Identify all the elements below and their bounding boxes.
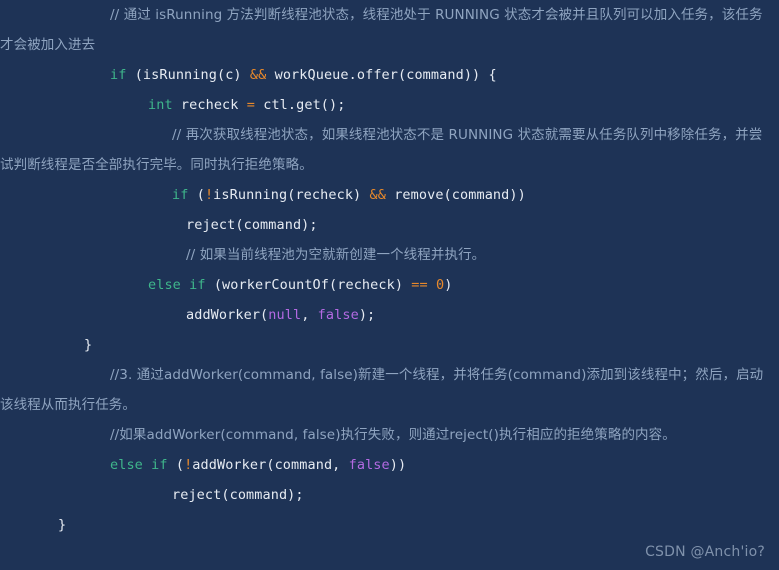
code-line: reject(command); [0, 480, 779, 510]
code-line: addWorker(null, false); [0, 300, 779, 330]
code-line: else if (!addWorker(command, false)) [0, 450, 779, 480]
code-token: int [148, 97, 173, 113]
code-token: (workerCountOf(recheck) [205, 277, 412, 293]
code-token: ! [204, 187, 214, 203]
code-line: } [0, 510, 779, 540]
code-token: null [268, 307, 302, 323]
code-line: if (!isRunning(recheck) && remove(comman… [0, 180, 779, 210]
code-comment: // 通过 isRunning 方法判断线程池状态，线程池处于 RUNNING … [0, 7, 763, 53]
code-comment: // 如果当前线程池为空就新创建一个线程并执行。 [186, 247, 486, 263]
code-token: ( [167, 457, 185, 473]
code-token: )) [389, 457, 407, 473]
code-token: 0 [436, 277, 445, 293]
code-token: false [317, 307, 359, 323]
code-token: recheck [172, 97, 247, 113]
code-line: if (isRunning(c) && workQueue.offer(comm… [0, 60, 779, 90]
code-token: addWorker(command, [192, 457, 349, 473]
code-token: remove(command)) [385, 187, 526, 203]
code-token: && [369, 187, 386, 203]
code-token: isRunning(recheck) [213, 187, 370, 203]
code-token: (isRunning(c) [126, 67, 250, 83]
code-token: workQueue.offer(command)) { [266, 67, 497, 83]
code-comment: //如果addWorker(command, false)执行失败，则通过rej… [110, 427, 676, 443]
code-line: reject(command); [0, 210, 779, 240]
code-token: reject(command); [186, 217, 318, 233]
code-token: = [246, 97, 255, 113]
code-token: } [84, 337, 93, 353]
code-token: ) [444, 277, 453, 293]
code-snippet-screenshot: // 通过 isRunning 方法判断线程池状态，线程池处于 RUNNING … [0, 0, 779, 570]
code-token: false [348, 457, 390, 473]
code-line: } [0, 330, 779, 360]
code-comment: // 再次获取线程池状态，如果线程池状态不是 RUNNING 状态就需要从任务队… [0, 127, 763, 173]
code-token: && [249, 67, 267, 83]
code-token: == [411, 277, 428, 293]
code-token: } [58, 517, 67, 533]
code-line: int recheck = ctl.get(); [0, 90, 779, 120]
code-token: if [172, 187, 189, 203]
code-token: if [110, 67, 127, 83]
code-token: ctl.get(); [254, 97, 346, 113]
code-token: reject(command); [172, 487, 304, 503]
code-comment: //3. 通过addWorker(command, false)新建一个线程，并… [0, 367, 764, 413]
code-token: addWorker( [186, 307, 269, 323]
code-block[interactable]: // 通过 isRunning 方法判断线程池状态，线程池处于 RUNNING … [0, 0, 779, 540]
code-token: ); [358, 307, 376, 323]
code-token: ( [188, 187, 205, 203]
csdn-watermark: CSDN @Anch'io? [645, 544, 765, 560]
code-token: else if [110, 457, 168, 473]
code-token: , [301, 307, 318, 323]
code-line: else if (workerCountOf(recheck) == 0) [0, 270, 779, 300]
code-token: else if [148, 277, 206, 293]
